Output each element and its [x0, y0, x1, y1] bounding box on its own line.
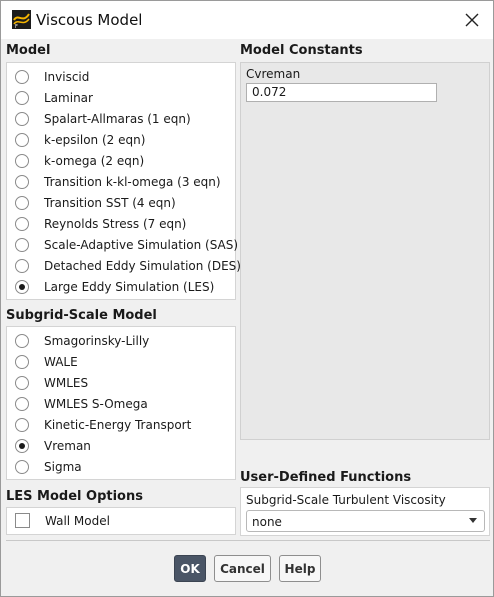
model-option-label: k-omega (2 eqn) — [44, 154, 145, 168]
wall-model-option[interactable]: Wall Model — [15, 513, 110, 528]
ok-button[interactable]: OK — [174, 555, 206, 582]
model-option[interactable]: Laminar — [15, 88, 93, 108]
model-radio-group: Inviscid Laminar Spalart-Allmaras (1 eqn) k… — [6, 62, 241, 300]
model-radio-button[interactable] — [15, 196, 29, 210]
model-radio-button[interactable] — [15, 154, 29, 168]
subgrid-option-label: WMLES S-Omega — [44, 397, 148, 411]
subgrid-option-label: WALE — [44, 355, 78, 369]
subgrid-option-label: WMLES — [44, 376, 89, 390]
subgrid-radio-button[interactable] — [15, 418, 29, 432]
subgrid-radio-group: Smagorinsky-Lilly WALE WMLES WMLES S-Omega K… — [6, 326, 236, 480]
model-option-label: Spalart-Allmaras (1 eqn) — [44, 112, 191, 126]
model-option[interactable]: Spalart-Allmaras (1 eqn) — [15, 109, 191, 129]
model-option-label: Reynolds Stress (7 eqn) — [44, 217, 187, 231]
model-radio-button[interactable] — [15, 133, 29, 147]
subgrid-option[interactable]: WMLES — [15, 373, 88, 393]
model-option[interactable]: Scale-Adaptive Simulation (SAS) — [15, 235, 238, 255]
model-option[interactable]: Transition k-kl-omega (3 eqn) — [15, 172, 221, 192]
udf-panel: Subgrid-Scale Turbulent Viscosity none — [240, 487, 490, 536]
subgrid-section-title: Subgrid-Scale Model — [6, 308, 157, 323]
subgrid-option-label: Kinetic-Energy Transport — [44, 418, 192, 432]
fluent-app-icon: F — [12, 10, 31, 29]
model-option-label: Transition SST (4 eqn) — [44, 196, 176, 210]
window-title: Viscous Model — [36, 11, 143, 29]
model-option[interactable]: Inviscid — [15, 67, 89, 87]
subgrid-option-label: Smagorinsky-Lilly — [44, 334, 150, 348]
subgrid-radio-button[interactable] — [15, 334, 29, 348]
model-radio-button[interactable] — [15, 238, 29, 252]
model-radio-button[interactable] — [15, 217, 29, 231]
chevron-down-icon — [469, 518, 477, 523]
model-option-label: Detached Eddy Simulation (DES) — [44, 259, 241, 273]
model-constants-title: Model Constants — [240, 43, 363, 58]
model-radio-button[interactable] — [15, 280, 29, 294]
subgrid-option-label: Vreman — [44, 439, 91, 453]
wall-model-checkbox[interactable] — [15, 513, 30, 528]
model-section-title: Model — [6, 43, 51, 58]
model-radio-button[interactable] — [15, 112, 29, 126]
subgrid-radio-button[interactable] — [15, 355, 29, 369]
model-radio-button[interactable] — [15, 91, 29, 105]
subgrid-radio-button[interactable] — [15, 460, 29, 474]
subgrid-option[interactable]: Sigma — [15, 457, 82, 477]
svg-text:F: F — [15, 24, 18, 29]
subgrid-option[interactable]: Vreman — [15, 436, 91, 456]
subgrid-option[interactable]: WALE — [15, 352, 78, 372]
subgrid-viscosity-dropdown[interactable]: none — [246, 510, 485, 532]
footer-separator — [6, 540, 490, 541]
model-option-label: Scale-Adaptive Simulation (SAS) — [44, 238, 239, 252]
viscous-model-dialog: F Viscous Model Model Inviscid Laminar Spa… — [0, 0, 494, 597]
subgrid-option[interactable]: WMLES S-Omega — [15, 394, 148, 414]
model-radio-button[interactable] — [15, 175, 29, 189]
model-option-label: k-epsilon (2 eqn) — [44, 133, 146, 147]
cvreman-label: Cvreman — [246, 67, 301, 81]
model-option[interactable]: Large Eddy Simulation (LES) — [15, 277, 214, 297]
help-button[interactable]: Help — [279, 555, 321, 582]
cvreman-input[interactable]: 0.072 — [246, 83, 437, 102]
model-option-label: Large Eddy Simulation (LES) — [44, 280, 215, 294]
dropdown-value: none — [252, 515, 282, 529]
model-option-label: Inviscid — [44, 70, 90, 84]
subgrid-radio-button[interactable] — [15, 439, 29, 453]
title-bar: F Viscous Model — [1, 1, 493, 39]
udf-section-title: User-Defined Functions — [240, 470, 412, 485]
close-icon[interactable] — [460, 8, 484, 32]
model-option[interactable]: Reynolds Stress (7 eqn) — [15, 214, 186, 234]
subgrid-radio-button[interactable] — [15, 376, 29, 390]
subgrid-option-label: Sigma — [44, 460, 82, 474]
model-option-label: Laminar — [44, 91, 93, 105]
subgrid-option[interactable]: Kinetic-Energy Transport — [15, 415, 191, 435]
model-option[interactable]: Transition SST (4 eqn) — [15, 193, 176, 213]
model-option[interactable]: k-epsilon (2 eqn) — [15, 130, 145, 150]
subgrid-radio-button[interactable] — [15, 397, 29, 411]
model-option[interactable]: Detached Eddy Simulation (DES) — [15, 256, 241, 276]
wall-model-label: Wall Model — [45, 513, 110, 528]
subgrid-option[interactable]: Smagorinsky-Lilly — [15, 331, 149, 351]
model-option[interactable]: k-omega (2 eqn) — [15, 151, 144, 171]
subgrid-viscosity-label: Subgrid-Scale Turbulent Viscosity — [246, 493, 446, 507]
model-option-label: Transition k-kl-omega (3 eqn) — [44, 175, 221, 189]
cancel-button[interactable]: Cancel — [214, 555, 271, 582]
model-radio-button[interactable] — [15, 70, 29, 84]
les-options-group: Wall Model — [6, 507, 236, 535]
model-radio-button[interactable] — [15, 259, 29, 273]
les-options-title: LES Model Options — [6, 489, 143, 504]
model-constants-panel: Cvreman 0.072 — [240, 62, 490, 440]
